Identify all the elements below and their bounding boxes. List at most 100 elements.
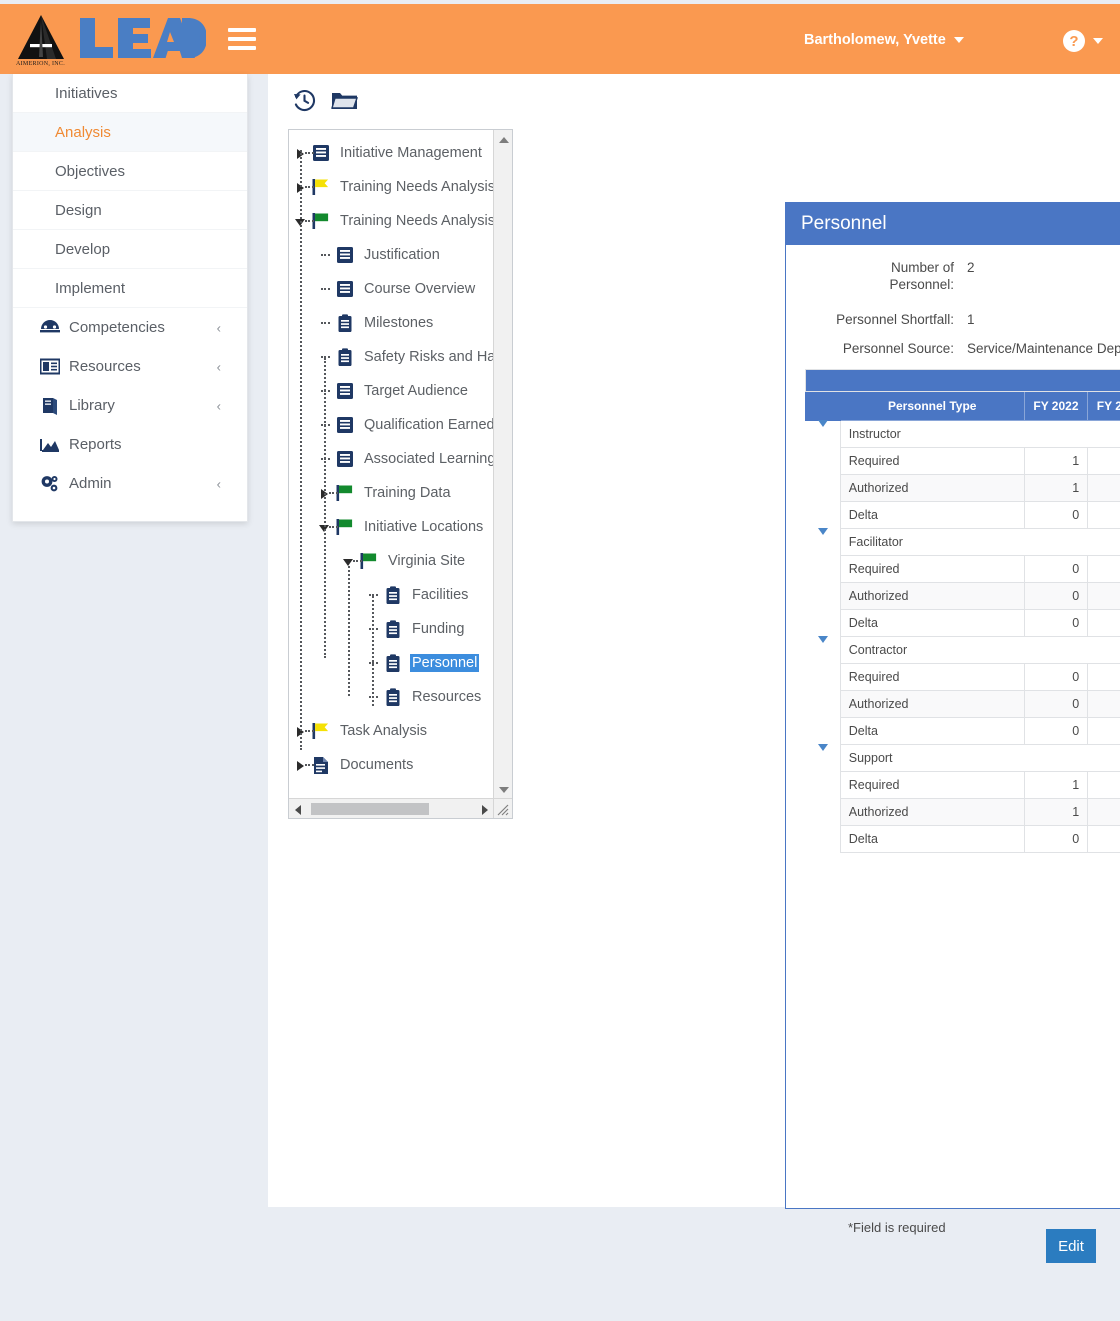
table-group-row[interactable]: Contractor — [806, 637, 1120, 664]
tree-node[interactable]: Documents — [293, 748, 494, 782]
document-lines-icon — [335, 416, 355, 434]
sidebar-item-reports[interactable]: Reports — [13, 425, 247, 464]
table-cell-value: 0 — [1088, 583, 1120, 610]
table-cell-value: 0 — [1024, 718, 1087, 745]
tree-node-label: Resources — [410, 688, 483, 706]
hamburger-menu-button[interactable] — [228, 23, 256, 55]
tree-node-label: Training Needs Analysis — [338, 178, 494, 196]
clipboard-icon — [383, 688, 403, 707]
tree-expand-arrow-icon[interactable] — [295, 136, 311, 170]
row-gutter — [806, 691, 841, 718]
table-cell-value: 0 — [1024, 610, 1087, 637]
sidebar-item-label: Competencies — [69, 319, 165, 336]
tree-collapse-arrow-icon[interactable] — [295, 204, 311, 238]
field-number-of-personnel: Number ofPersonnel: 2 — [786, 259, 1120, 293]
table-cell-value: 1 — [1024, 799, 1087, 826]
scroll-down-arrow-icon[interactable] — [499, 787, 509, 793]
tree-expand-arrow-icon[interactable] — [295, 170, 311, 204]
tree-connector — [367, 612, 383, 646]
sidebar-item-develop[interactable]: Develop — [13, 230, 247, 269]
sidebar-item-initiatives[interactable]: Initiatives — [13, 74, 247, 113]
table-group-row[interactable]: Facilitator — [806, 529, 1120, 556]
sidebar-item-analysis[interactable]: Analysis — [13, 113, 247, 152]
user-menu[interactable]: Bartholomew, Yvette — [804, 32, 964, 48]
scroll-up-arrow-icon[interactable] — [499, 137, 509, 143]
chevron-down-icon[interactable] — [818, 744, 828, 765]
table-gutter-header — [806, 392, 841, 421]
table-row-label: Delta — [840, 718, 1024, 745]
tree-expand-arrow-icon[interactable] — [319, 476, 335, 510]
group-toggle-cell[interactable] — [806, 637, 841, 664]
row-gutter — [806, 448, 841, 475]
help-menu[interactable]: ? — [1063, 30, 1103, 52]
row-gutter — [806, 664, 841, 691]
tree-node-label: Safety Risks and Haz — [362, 348, 494, 366]
tree-node[interactable]: Resources — [293, 680, 494, 714]
sidebar-item-implement[interactable]: Implement — [13, 269, 247, 308]
sidebar-item-label: Analysis — [55, 124, 111, 141]
aimerion-triangle-icon: AIMERION, INC. — [14, 13, 72, 65]
sidebar-item-resources[interactable]: Resources ‹ — [13, 347, 247, 386]
tree-scroll-area: Initiative Management Training Needs Anal… — [289, 130, 494, 800]
table-cell-value: 0 — [1024, 691, 1087, 718]
required-field-note: *Field is required — [848, 1220, 946, 1235]
tree-collapse-arrow-icon[interactable] — [319, 510, 335, 544]
edit-button[interactable]: Edit — [1046, 1229, 1096, 1263]
table-column-header: Personnel Type — [840, 392, 1024, 421]
table-row-label: Authorized — [840, 799, 1024, 826]
tree-expand-arrow-icon[interactable] — [295, 748, 311, 782]
chevron-down-icon[interactable] — [818, 636, 828, 657]
history-icon[interactable] — [292, 88, 317, 116]
hamburger-bar — [228, 37, 256, 41]
tree-connector — [319, 306, 335, 340]
tree-connector — [319, 238, 335, 272]
table-cell-value: 1 — [1088, 772, 1120, 799]
chevron-down-icon[interactable] — [818, 420, 828, 441]
tree-node[interactable]: Course Overview — [293, 272, 494, 306]
tree-node[interactable]: Initiative Management — [293, 136, 494, 170]
tree-guide-line — [372, 596, 374, 706]
table-group-row[interactable]: Instructor — [806, 421, 1120, 448]
brand-logo[interactable]: AIMERION, INC. — [14, 13, 206, 65]
table-row-label: Authorized — [840, 475, 1024, 502]
group-toggle-cell[interactable] — [806, 529, 841, 556]
clipboard-icon — [383, 654, 403, 673]
group-toggle-cell[interactable] — [806, 421, 841, 448]
folder-icon[interactable] — [331, 89, 358, 115]
field-label: Number ofPersonnel: — [786, 259, 954, 293]
tree-connector — [367, 646, 383, 680]
clipboard-icon — [383, 620, 403, 639]
tree-node[interactable]: Training Needs Analysis — [293, 170, 494, 204]
scroll-left-arrow-icon[interactable] — [295, 805, 301, 815]
tree-node[interactable]: Justification — [293, 238, 494, 272]
sidebar-item-label: Resources — [69, 358, 141, 375]
scroll-thumb[interactable] — [311, 803, 429, 815]
library-icon — [40, 397, 60, 415]
tree-node[interactable]: Milestones — [293, 306, 494, 340]
table-group-row[interactable]: Support — [806, 745, 1120, 772]
chevron-down-icon[interactable] — [818, 528, 828, 549]
sidebar-item-design[interactable]: Design — [13, 191, 247, 230]
tree-collapse-arrow-icon[interactable] — [343, 544, 359, 578]
sidebar-item-competencies[interactable]: Competencies ‹ — [13, 308, 247, 347]
tree-node[interactable]: Training Needs Analysis — [293, 204, 494, 238]
scroll-right-arrow-icon[interactable] — [482, 805, 488, 815]
clipboard-icon — [335, 348, 355, 367]
tree-resize-handle[interactable] — [493, 798, 512, 818]
sidebar-item-objectives[interactable]: Objectives — [13, 152, 247, 191]
tree-node[interactable]: Task Analysis — [293, 714, 494, 748]
row-gutter — [806, 826, 841, 853]
table-cell-value: 1 — [1088, 502, 1120, 529]
table-row-label: Required — [840, 664, 1024, 691]
sidebar-item-admin[interactable]: Admin ‹ — [13, 464, 247, 503]
table-row-label: Authorized — [840, 583, 1024, 610]
table-row: Required11111 — [806, 772, 1120, 799]
tree-expand-arrow-icon[interactable] — [295, 714, 311, 748]
tree-horizontal-scrollbar[interactable] — [289, 798, 494, 818]
table-row: Required00000 — [806, 664, 1120, 691]
tree-connector — [367, 578, 383, 612]
table-cell-value: 1 — [1088, 475, 1120, 502]
group-toggle-cell[interactable] — [806, 745, 841, 772]
tree-vertical-scrollbar[interactable] — [493, 130, 512, 800]
sidebar-item-library[interactable]: Library ‹ — [13, 386, 247, 425]
